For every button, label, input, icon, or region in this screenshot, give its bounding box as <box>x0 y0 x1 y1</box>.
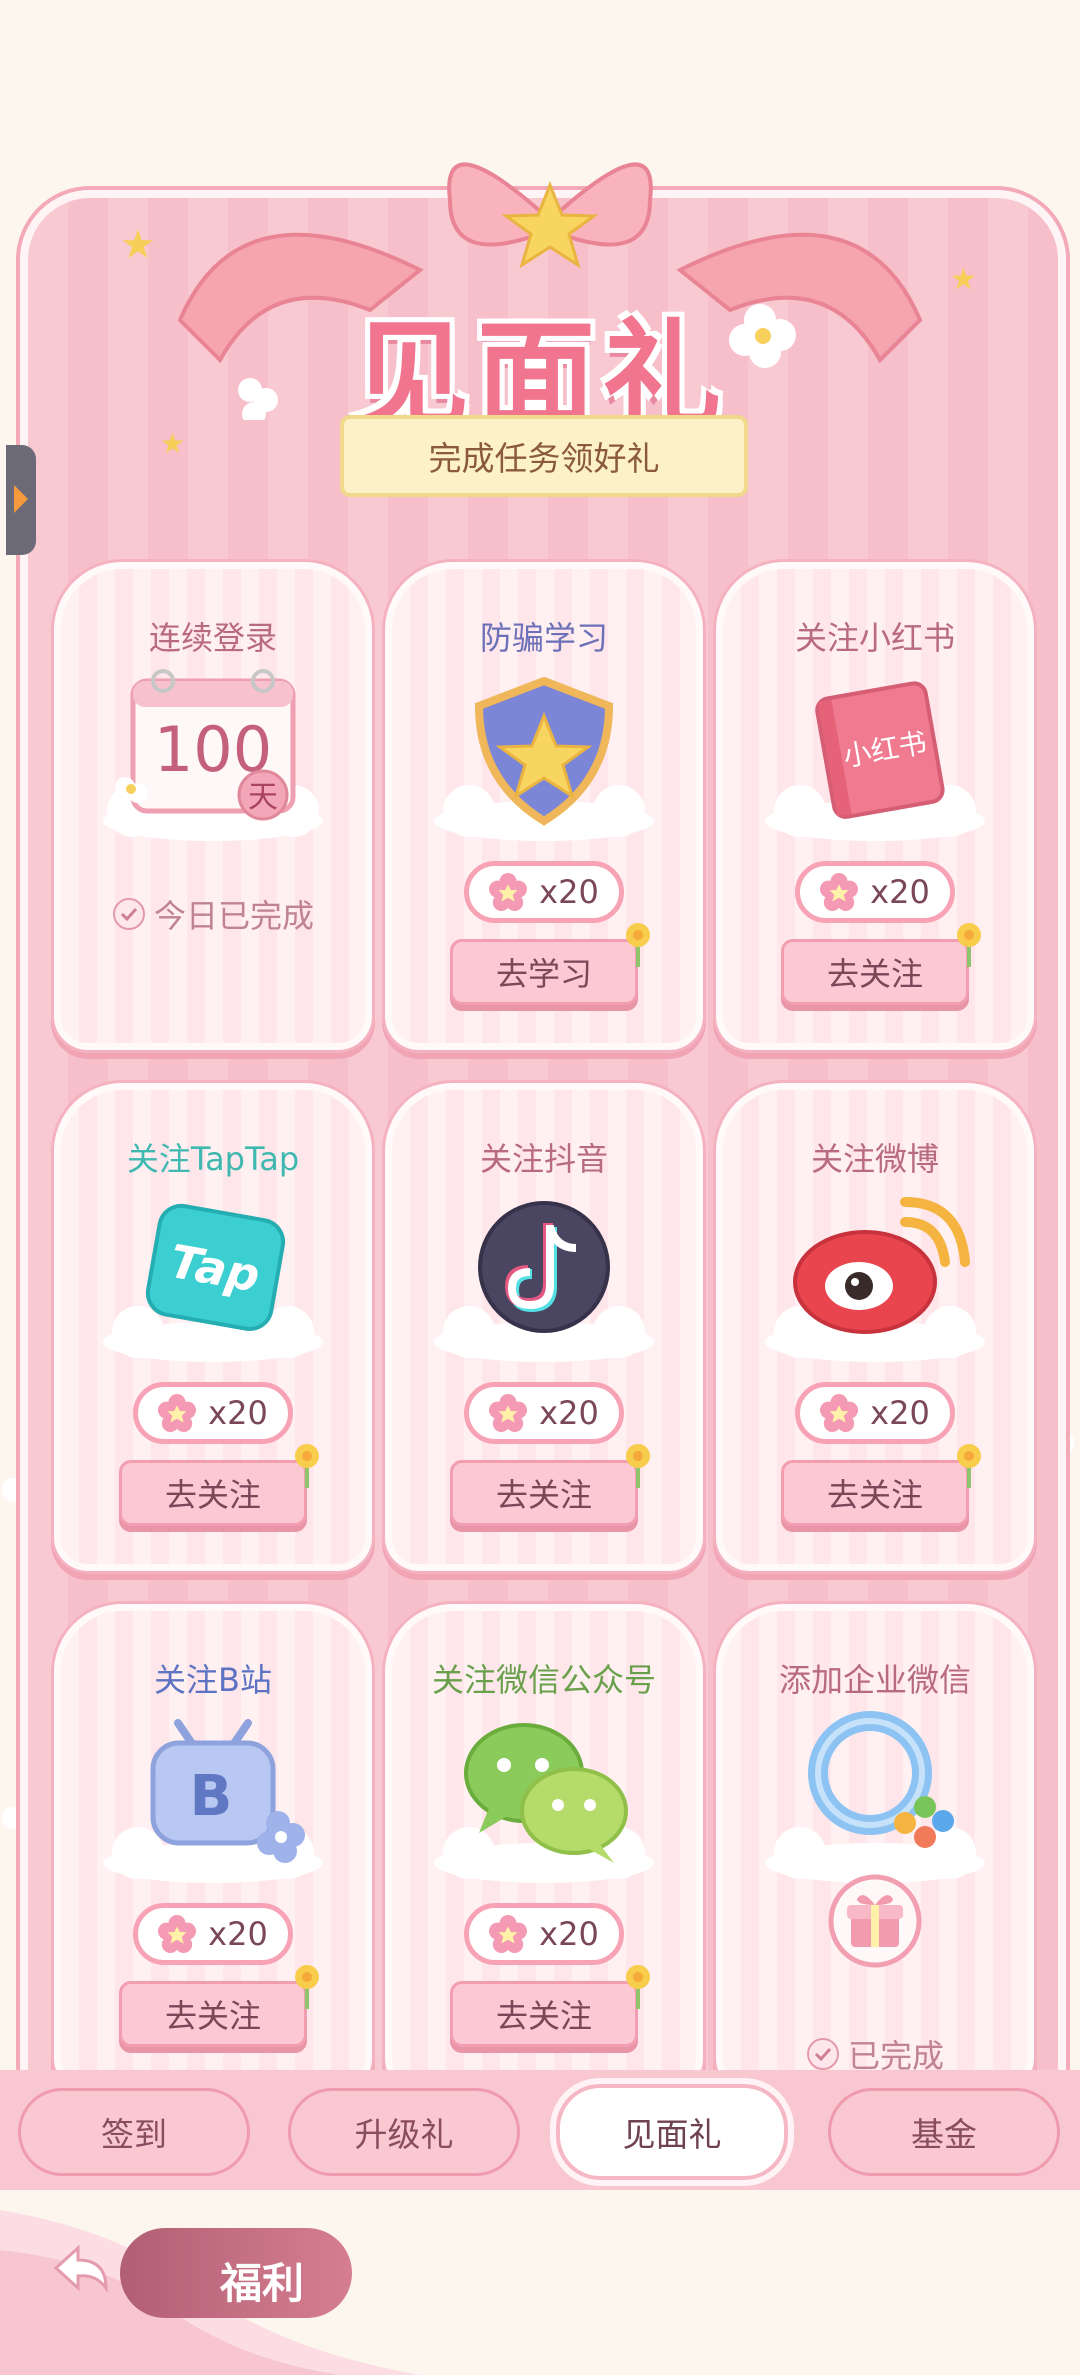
page-subtitle: 完成任务领好礼 <box>428 439 660 478</box>
reward-badge: x20 <box>464 1382 624 1444</box>
reward-amount: x20 <box>539 1394 599 1432</box>
task-title: 关注抖音 <box>479 1140 608 1178</box>
flower-currency-icon <box>489 1394 528 1432</box>
tab-upgrade-gift[interactable]: 升级礼 <box>288 2088 520 2176</box>
task-title: 关注B站 <box>154 1661 272 1699</box>
task-action-button[interactable]: 去关注 <box>781 1460 969 1526</box>
side-expand-tab[interactable] <box>6 445 36 555</box>
reward-amount: x20 <box>870 1394 930 1432</box>
task-card-taptap: 关注TapTap Tap x20 去关注 <box>54 1083 372 1571</box>
bottom-tab-bar: 签到 升级礼 见面礼 基金 <box>0 2070 1080 2190</box>
task-action-button[interactable]: 去关注 <box>450 1981 638 2047</box>
flower-currency-icon <box>158 1394 197 1432</box>
sprout-icon <box>626 1444 650 1488</box>
task-title: 关注微信公众号 <box>431 1661 656 1699</box>
bilibili-label: B <box>190 1764 233 1829</box>
task-card-wechat: 关注微信公众号 x20 去关注 <box>385 1604 703 2092</box>
bilibili-icon: B <box>103 1719 323 1883</box>
star-decoration: ★ <box>120 222 156 268</box>
task-title: 关注小红书 <box>794 619 955 657</box>
reward-amount: x20 <box>870 873 930 911</box>
back-arrow-icon[interactable] <box>48 2238 112 2308</box>
flower-currency-icon <box>489 873 528 911</box>
taptap-icon: Tap <box>103 1203 323 1362</box>
task-card-bilibili: 关注B站 B x20 去关注 <box>54 1604 372 2092</box>
reward-amount: x20 <box>539 873 599 911</box>
subtitle-banner: 完成任务领好礼 <box>340 415 748 497</box>
reward-badge: x20 <box>795 1382 955 1444</box>
wecom-icon <box>765 1711 985 1883</box>
reward-badge: x20 <box>464 861 624 923</box>
sprout-icon <box>957 1444 981 1488</box>
reward-amount: x20 <box>208 1915 268 1953</box>
reward-badge: x20 <box>464 1903 624 1965</box>
sprout-icon <box>626 1965 650 2009</box>
task-card-login: 连续登录 100 天 今日已完成 <box>54 562 372 1050</box>
flower-currency-icon <box>158 1915 197 1953</box>
sprout-icon <box>295 1965 319 2009</box>
task-card-wecom: 添加企业微信 已完成 <box>716 1604 1034 2092</box>
reward-amount: x20 <box>208 1394 268 1432</box>
reward-badge: x20 <box>795 861 955 923</box>
task-status: 今日已完成 <box>61 891 365 937</box>
shield-star-icon <box>434 676 654 841</box>
reward-badge: x20 <box>133 1382 293 1444</box>
weibo-icon <box>765 1197 985 1362</box>
task-card-weibo: 关注微博 x20 去关注 <box>716 1083 1034 1571</box>
reward-badge: x20 <box>133 1903 293 1965</box>
task-status-label: 今日已完成 <box>153 897 314 935</box>
douyin-icon <box>434 1201 654 1362</box>
task-title: 防骗学习 <box>479 619 608 657</box>
task-card-xiaohongshu: 关注小红书 小红书 x20 去关注 <box>716 562 1034 1050</box>
flower-currency-icon <box>820 873 859 911</box>
tab-fund[interactable]: 基金 <box>828 2088 1060 2176</box>
reward-amount: x20 <box>539 1915 599 1953</box>
task-card-douyin: 关注抖音 x20 去关注 <box>385 1083 703 1571</box>
flower-currency-icon <box>820 1394 859 1432</box>
gift-icon <box>828 1874 922 1968</box>
wechat-icon <box>434 1723 654 1883</box>
tab-meeting-gift[interactable]: 见面礼 <box>556 2084 788 2180</box>
task-action-button[interactable]: 去关注 <box>119 1981 307 2047</box>
task-title: 连续登录 <box>148 619 277 657</box>
task-action-button[interactable]: 去学习 <box>450 939 638 1005</box>
tab-sign-in[interactable]: 签到 <box>18 2088 250 2176</box>
sprout-icon <box>295 1444 319 1488</box>
check-circle-icon <box>112 898 145 930</box>
welfare-label: 福利 <box>220 2259 305 2308</box>
sprout-icon <box>957 923 981 967</box>
task-action-button[interactable]: 去关注 <box>450 1460 638 1526</box>
task-title: 添加企业微信 <box>778 1661 971 1699</box>
task-title: 关注TapTap <box>126 1140 300 1178</box>
task-title: 关注微博 <box>810 1140 939 1178</box>
task-action-button[interactable]: 去关注 <box>119 1460 307 1526</box>
calendar-unit: 天 <box>248 780 278 815</box>
calendar-icon: 100 天 <box>103 669 323 841</box>
check-circle-icon <box>806 2038 839 2070</box>
flower-currency-icon <box>489 1915 528 1953</box>
task-card-antifraud: 防骗学习 x20 去学习 <box>385 562 703 1050</box>
xiaohongshu-book-icon: 小红书 <box>765 681 985 841</box>
sprout-icon <box>626 923 650 967</box>
task-action-button[interactable]: 去关注 <box>781 939 969 1005</box>
